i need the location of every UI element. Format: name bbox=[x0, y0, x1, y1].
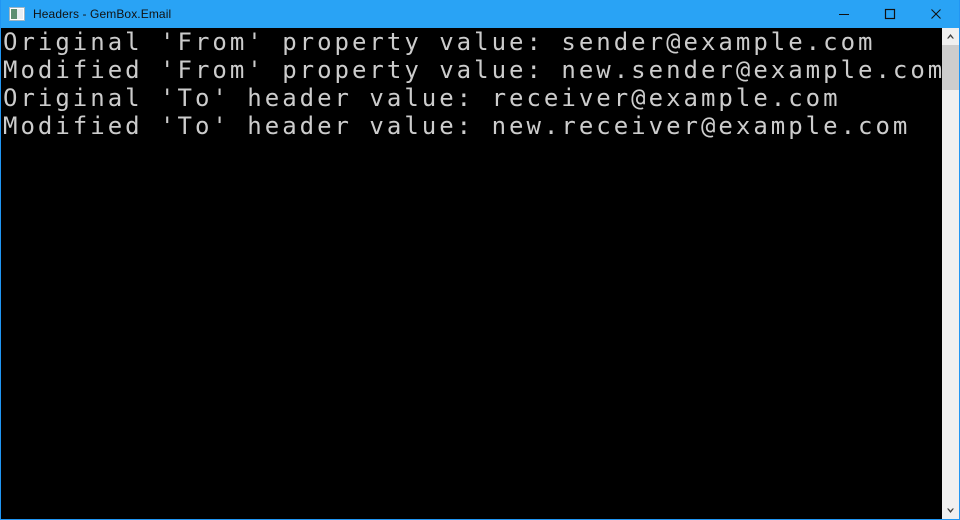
minimize-button[interactable] bbox=[821, 0, 867, 28]
scrollbar-thumb[interactable] bbox=[942, 45, 959, 90]
window-body: Original 'From' property value: sender@e… bbox=[1, 28, 959, 519]
console-line: Original 'From' property value: sender@e… bbox=[3, 28, 876, 56]
maximize-button[interactable] bbox=[867, 0, 913, 28]
window-title: Headers - GemBox.Email bbox=[33, 7, 172, 21]
scroll-up-button[interactable] bbox=[942, 28, 959, 45]
console-window: Headers - GemBox.Email Original 'From' p… bbox=[0, 0, 960, 520]
close-button[interactable] bbox=[913, 0, 959, 28]
window-controls bbox=[821, 0, 959, 28]
console-window-icon bbox=[9, 7, 25, 21]
vertical-scrollbar[interactable] bbox=[942, 28, 959, 519]
console-output[interactable]: Original 'From' property value: sender@e… bbox=[1, 28, 942, 519]
console-line: Modified 'From' property value: new.send… bbox=[3, 56, 942, 84]
console-line: Modified 'To' header value: new.receiver… bbox=[3, 112, 911, 140]
scrollbar-track[interactable] bbox=[942, 45, 959, 502]
console-line: Original 'To' header value: receiver@exa… bbox=[3, 84, 841, 112]
titlebar[interactable]: Headers - GemBox.Email bbox=[1, 0, 959, 28]
scroll-down-button[interactable] bbox=[942, 502, 959, 519]
